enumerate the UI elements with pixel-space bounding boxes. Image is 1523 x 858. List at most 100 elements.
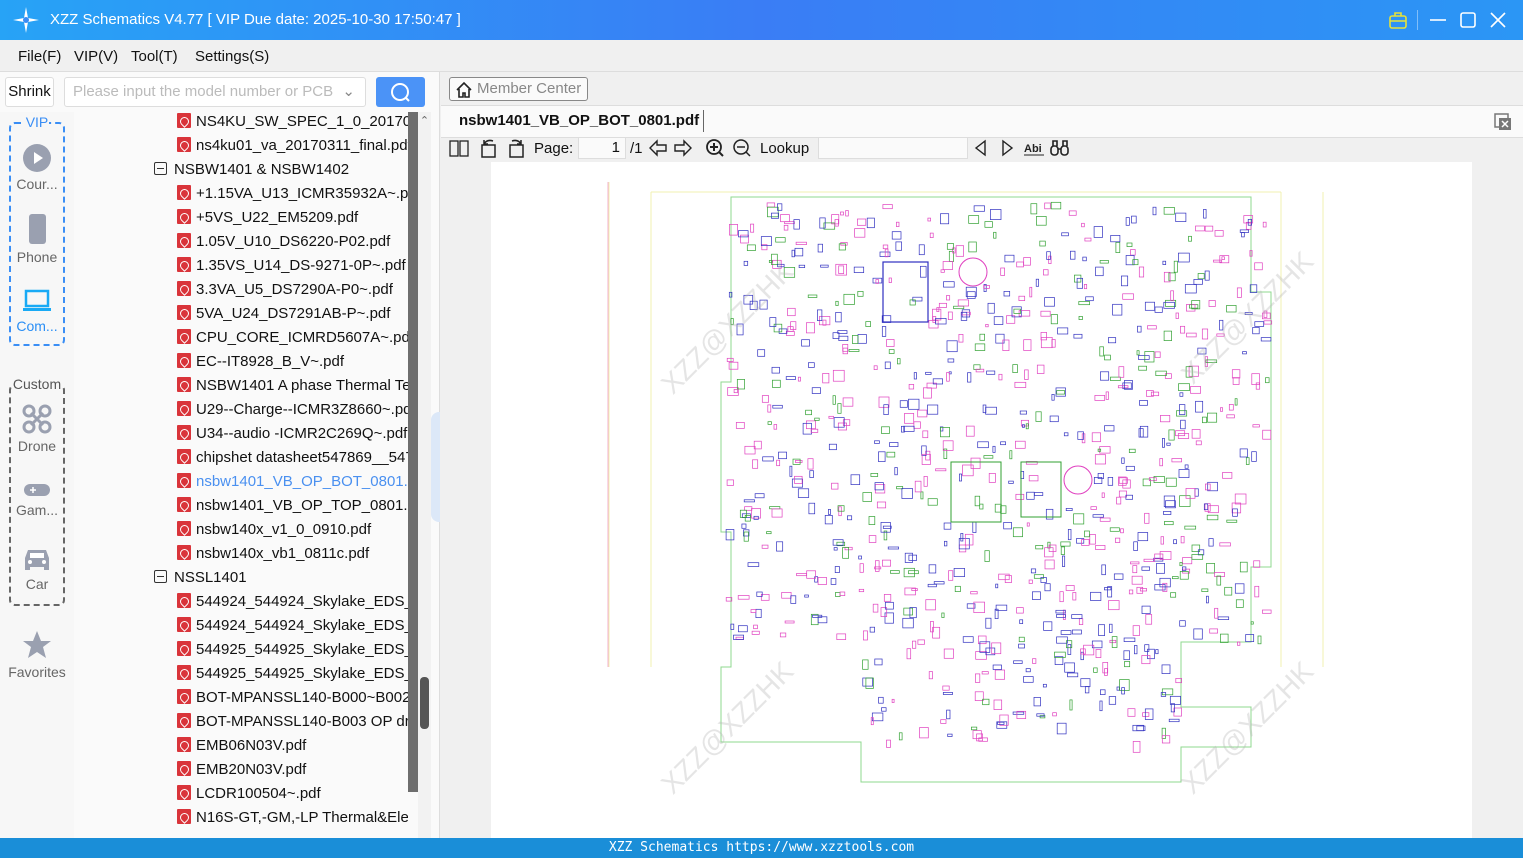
pcb-shape [1170, 290, 1174, 302]
find-previous-icon[interactable] [973, 138, 989, 160]
pcb-shape [1125, 217, 1130, 226]
model-search-input[interactable]: Please input the model number or PCB ⌄ [64, 77, 366, 107]
status-bar: XZZ Schematics https://www.xzztools.com [0, 838, 1523, 858]
tree-file[interactable]: 3.3VA_U5_DS7290A-P0~.pdf [177, 278, 408, 302]
chevron-down-icon[interactable]: ⌄ [342, 78, 355, 106]
tree-file[interactable]: BOT-MPANSSL140-B003 OP dra [177, 710, 408, 734]
tree-file[interactable]: +5VS_U22_EM5209.pdf [177, 206, 408, 230]
pcb-shape [1204, 356, 1208, 367]
collapse-pane-handle[interactable] [431, 412, 440, 522]
menu-vip[interactable]: VIP(V) [74, 48, 118, 65]
briefcase-icon[interactable] [1386, 8, 1410, 32]
rotate-left-icon[interactable] [479, 138, 499, 160]
pcb-shape [1244, 312, 1253, 315]
page-number-input[interactable]: 1 [578, 137, 626, 159]
pcb-shape [881, 426, 890, 434]
pcb-shape [1160, 415, 1171, 423]
tree-group[interactable]: NSBW1401 & NSBW1402 [154, 158, 404, 182]
tree-file[interactable]: 544925_544925_Skylake_EDS_Vo [177, 638, 408, 662]
pcb-shape [831, 482, 839, 490]
tree-file[interactable]: U29--Charge--ICMR3Z8660~.pdf [177, 398, 408, 422]
pcb-shape [993, 699, 1003, 710]
menu-settings[interactable]: Settings(S) [195, 48, 269, 65]
category-favorites[interactable]: Favorites [0, 630, 74, 680]
tree-file[interactable]: 1.35VS_U14_DS-9271-0P~.pdf [177, 254, 408, 278]
pcb-shape [736, 323, 744, 336]
category-drone[interactable]: Drone [0, 404, 74, 454]
tree-file[interactable]: EC--IT8928_B_V~.pdf [177, 350, 408, 374]
pcb-shape [794, 247, 804, 257]
pcb-shape [1219, 319, 1224, 331]
tree-file[interactable]: LCDR100504~.pdf [177, 782, 408, 806]
tree-file[interactable]: N16S-GT,-GM,-LP Thermal&Elec [177, 806, 408, 830]
menu-tool[interactable]: Tool(T) [131, 48, 178, 65]
pcb-shape [940, 719, 947, 724]
rotate-right-icon[interactable] [506, 138, 526, 160]
two-page-icon[interactable] [449, 138, 469, 160]
pcb-shape [1136, 350, 1140, 356]
next-page-icon[interactable] [673, 138, 693, 160]
pcb-shape [759, 299, 768, 310]
category-computer[interactable]: Com... [0, 288, 74, 334]
category-car[interactable]: Car [0, 546, 74, 592]
pcb-shape [1055, 609, 1066, 614]
tree-file[interactable]: nsbw1401_VB_OP_TOP_0801.pdf [177, 494, 408, 518]
category-phone[interactable]: Phone [0, 213, 74, 265]
close-all-tabs-icon[interactable] [1493, 112, 1513, 132]
binoculars-icon[interactable] [1049, 138, 1071, 160]
tree-file[interactable]: nsbw140x_v1_0_0910.pdf [177, 518, 408, 542]
tree-file[interactable]: 1.05V_U10_DS6220-P02.pdf [177, 230, 408, 254]
zoom-out-icon[interactable] [732, 138, 752, 160]
tree-file[interactable]: EMB20N03V.pdf [177, 758, 408, 782]
tree-file[interactable]: 544924_544924_Skylake_EDS_Vo [177, 614, 408, 638]
tree-file[interactable]: nsbw1401_VB_OP_BOT_0801.pdf [177, 470, 408, 494]
pcb-shape [1099, 346, 1104, 357]
pcb-shape [1182, 557, 1193, 565]
tree-file[interactable]: CPU_CORE_ICMRD5607A~.pdf [177, 326, 408, 350]
menu-file[interactable]: File(F) [18, 48, 61, 65]
tree-file[interactable]: 5VA_U24_DS7291AB-P~.pdf [177, 302, 408, 326]
tree-file[interactable]: BOT-MPANSSL140-B000~B002 [177, 686, 408, 710]
minimize-button[interactable] [1426, 8, 1450, 32]
tree-file[interactable]: nsbw140x_vb1_0811c.pdf [177, 542, 408, 566]
pcb-shape [1184, 284, 1197, 294]
previous-page-icon[interactable] [648, 138, 668, 160]
pcb-shape [1016, 261, 1024, 268]
tree-file[interactable]: +1.15VA_U13_ICMR35932A~.pdf [177, 182, 408, 206]
tree-file[interactable]: U34--audio -ICMR2C269Q~.pdf [177, 422, 408, 446]
tree-file[interactable]: EMB06N03V.pdf [177, 734, 408, 758]
tree-file[interactable]: NSBW1401 A phase Thermal Te [177, 374, 408, 398]
zoom-in-icon[interactable] [705, 138, 725, 160]
tree-group[interactable]: NSSL1401 [154, 566, 404, 590]
maximize-button[interactable] [1456, 8, 1480, 32]
search-button[interactable] [376, 77, 425, 107]
match-case-icon[interactable]: Abi [1024, 138, 1044, 160]
pcb-shape [882, 261, 929, 323]
pcb-shape [608, 182, 1324, 667]
pcb-shape [1216, 333, 1225, 337]
tree-file[interactable]: ns4ku01_va_20170311_final.pdf [177, 134, 408, 158]
tree-file[interactable]: 544924_544924_Skylake_EDS_Vo [177, 590, 408, 614]
pcb-shape [735, 636, 744, 640]
scrollbar-thumb[interactable] [420, 677, 429, 729]
pcb-shape [972, 730, 982, 740]
pcb-shape [744, 445, 756, 455]
pdf-page[interactable]: XZZ@XZZHK XZZ@XZZHK XZZ@XZZHK XZZ@XZZHK [491, 162, 1472, 838]
pcb-shape [943, 522, 952, 530]
pcb-shape [954, 585, 961, 592]
tree-file[interactable]: 544925_544925_Skylake_EDS_Vo [177, 662, 408, 686]
pcb-shape [1109, 623, 1113, 633]
pcb-shape [1254, 321, 1265, 327]
member-center-button[interactable]: Member Center [449, 77, 588, 101]
document-tab[interactable]: nsbw1401_VB_OP_BOT_0801.pdf [459, 112, 699, 129]
shrink-button[interactable]: Shrink [5, 77, 54, 107]
close-button[interactable] [1486, 8, 1510, 32]
lookup-input[interactable] [818, 137, 968, 159]
tree-file[interactable]: NS4KU_SW_SPEC_1_0_20170317 [177, 112, 408, 134]
tree-file[interactable]: chipshet datasheet547869__547 [177, 446, 408, 470]
category-courses[interactable]: Cour... [0, 144, 74, 192]
pcb-shape [986, 370, 996, 375]
category-gaming[interactable]: Gam... [0, 482, 74, 518]
tree-scrollbar[interactable]: ⌃ [418, 112, 431, 838]
find-next-icon[interactable] [999, 138, 1015, 160]
